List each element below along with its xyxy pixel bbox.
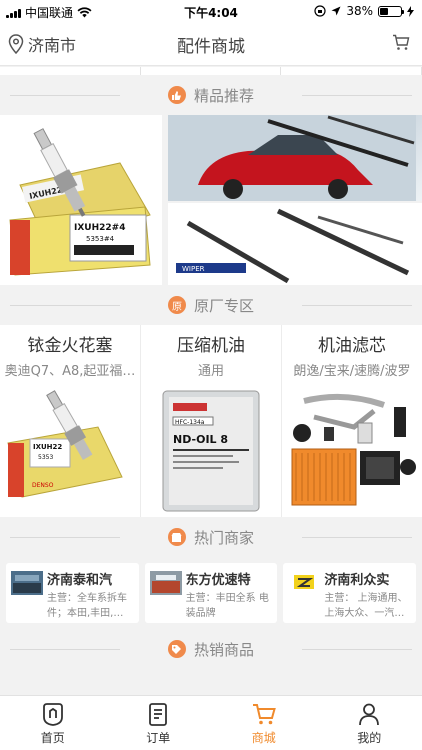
- original-part-compressor-oil[interactable]: 压缩机油 通用 HFC-134a ND-OIL 8: [141, 325, 282, 517]
- merchant-logo: [11, 571, 43, 595]
- box-label-3: 5353#4: [86, 235, 115, 243]
- merchant-info: 济南利众实 主营： 上海通用、上海大众、一汽…: [324, 569, 411, 619]
- part-name: 机油滤芯: [318, 336, 386, 356]
- section-header-featured: 精品推荐: [0, 75, 422, 115]
- order-icon: [149, 703, 168, 726]
- tab-orders[interactable]: 订单: [106, 696, 212, 750]
- original-part-spark-plug[interactable]: 铱金火花塞 奥迪Q7、A8,起亚福… IXUH22 5353 DENSO: [0, 325, 141, 517]
- merchant-card[interactable]: 东方优速特 主营：丰田全系 电装品牌: [144, 563, 278, 623]
- original-badge-icon: 原: [167, 296, 186, 314]
- part-name: 压缩机油: [177, 336, 245, 356]
- battery-icon: [378, 5, 404, 17]
- merchant-info: 济南泰和汽 主营：全车系拆车件；本田,丰田,…: [47, 569, 134, 619]
- original-parts-grid: 铱金火花塞 奥迪Q7、A8,起亚福… IXUH22 5353 DENSO 压缩机…: [0, 325, 422, 517]
- spark-plug-box-illustration: IXUH22 IXUH22#4 5353#4: [9, 128, 151, 276]
- merchant-logo: [288, 571, 321, 595]
- part-image: HFC-134a ND-OIL 8: [141, 387, 281, 515]
- section-title-merchants: 热门商家: [193, 528, 254, 547]
- merchant-list: 济南泰和汽 主营：全车系拆车件；本田,丰田,… 东方优速特 主营：丰田全系 电装…: [0, 557, 422, 629]
- section-title-hot: 热销商品: [193, 640, 254, 659]
- tab-mall[interactable]: 商城: [211, 696, 317, 750]
- merchant-desc: 主营：丰田全系 电装品牌: [185, 593, 269, 619]
- shopping-cart-icon: [393, 34, 410, 50]
- cart-icon: [252, 704, 276, 725]
- section-title-featured: 精品推荐: [193, 86, 254, 105]
- section-title-original: 原厂专区: [193, 296, 254, 315]
- location-arrow-icon: [331, 6, 341, 16]
- tag-icon: [167, 640, 186, 658]
- location-pin-icon: [8, 34, 24, 54]
- top-category-strip: [0, 67, 422, 75]
- part-subtitle: 朗逸/宝来/速腾/波罗: [293, 364, 411, 379]
- bottom-tab-bar: 首页 订单 商城 我的: [0, 695, 422, 750]
- wiper-blades-photo: WIPER: [168, 201, 422, 285]
- merchant-card[interactable]: 济南泰和汽 主营：全车系拆车件；本田,丰田,…: [6, 563, 139, 623]
- location-selector[interactable]: 济南市: [8, 32, 76, 56]
- section-header-original: 原 原厂专区: [0, 285, 422, 325]
- app-screen: 中国联通 下午4:04 38% 济南市 配件商城 精品推荐 IXUH22 IXU…: [0, 0, 422, 750]
- part-image: IXUH22 5353 DENSO: [0, 387, 140, 515]
- tab-label: 我的: [357, 731, 382, 745]
- part-image-label-1: HFC-134a: [175, 419, 205, 426]
- merchant-desc: 主营：全车系拆车件；本田,丰田,…: [47, 593, 127, 619]
- section-header-merchants: 热门商家: [0, 517, 422, 557]
- merchant-name: 济南泰和汽: [47, 573, 113, 588]
- featured-spark-plug-image[interactable]: IXUH22 IXUH22#4 5353#4: [0, 115, 168, 285]
- thumbs-up-icon: [167, 86, 186, 104]
- wiper-brand-label: WIPER: [182, 265, 205, 273]
- status-bar: 中国联通 下午4:04 38%: [0, 0, 422, 22]
- battery-percent: 38%: [346, 4, 373, 18]
- tab-home[interactable]: 首页: [0, 696, 106, 750]
- merchant-name: 东方优速特: [185, 573, 251, 588]
- merchant-name: 济南利众实: [324, 573, 390, 588]
- merchant-logo: [149, 571, 182, 595]
- part-subtitle: 奥迪Q7、A8,起亚福…: [4, 364, 136, 379]
- merchant-card[interactable]: 济南利众实 主营： 上海通用、上海大众、一汽…: [283, 563, 417, 623]
- merchant-info: 东方优速特 主营：丰田全系 电装品牌: [185, 569, 273, 619]
- shop-icon: [167, 528, 186, 546]
- tab-label: 商城: [251, 731, 276, 745]
- part-name: 铱金火花塞: [27, 336, 113, 356]
- tab-profile[interactable]: 我的: [317, 696, 422, 750]
- part-image-label-2: ND-OIL 8: [173, 433, 228, 446]
- battery-fill: [380, 7, 388, 15]
- main-content[interactable]: 精品推荐 IXUH22 IXUH22#4 5353#4 WIPER 原 原厂专区…: [0, 67, 422, 695]
- part-subtitle: 通用: [197, 364, 224, 379]
- cart-button[interactable]: [392, 34, 410, 55]
- section-header-hot: 热销商品: [0, 629, 422, 669]
- nav-bar: 济南市 配件商城: [0, 22, 422, 66]
- part-image-label-2: 5353: [38, 454, 53, 461]
- box-label-2: IXUH22#4: [74, 223, 125, 233]
- merchant-desc: 主营： 上海通用、上海大众、一汽…: [324, 593, 408, 619]
- location-label: 济南市: [28, 36, 77, 55]
- part-image-label-1: IXUH22: [33, 443, 62, 451]
- status-right: 38%: [314, 4, 414, 18]
- featured-wiper-image[interactable]: WIPER: [168, 115, 422, 285]
- featured-banner: IXUH22 IXUH22#4 5353#4 WIPER: [0, 115, 422, 285]
- part-image: [282, 387, 422, 515]
- home-icon: [42, 703, 63, 726]
- tab-label: 订单: [146, 731, 171, 745]
- part-image-label-3: DENSO: [32, 482, 54, 489]
- profile-icon: [359, 703, 380, 726]
- orientation-lock-icon: [314, 5, 326, 17]
- tab-label: 首页: [40, 731, 65, 745]
- charging-bolt-icon: [407, 5, 414, 17]
- original-part-oil-filter[interactable]: 机油滤芯 朗逸/宝来/速腾/波罗: [282, 325, 422, 517]
- wiper-car-photo: [168, 115, 422, 201]
